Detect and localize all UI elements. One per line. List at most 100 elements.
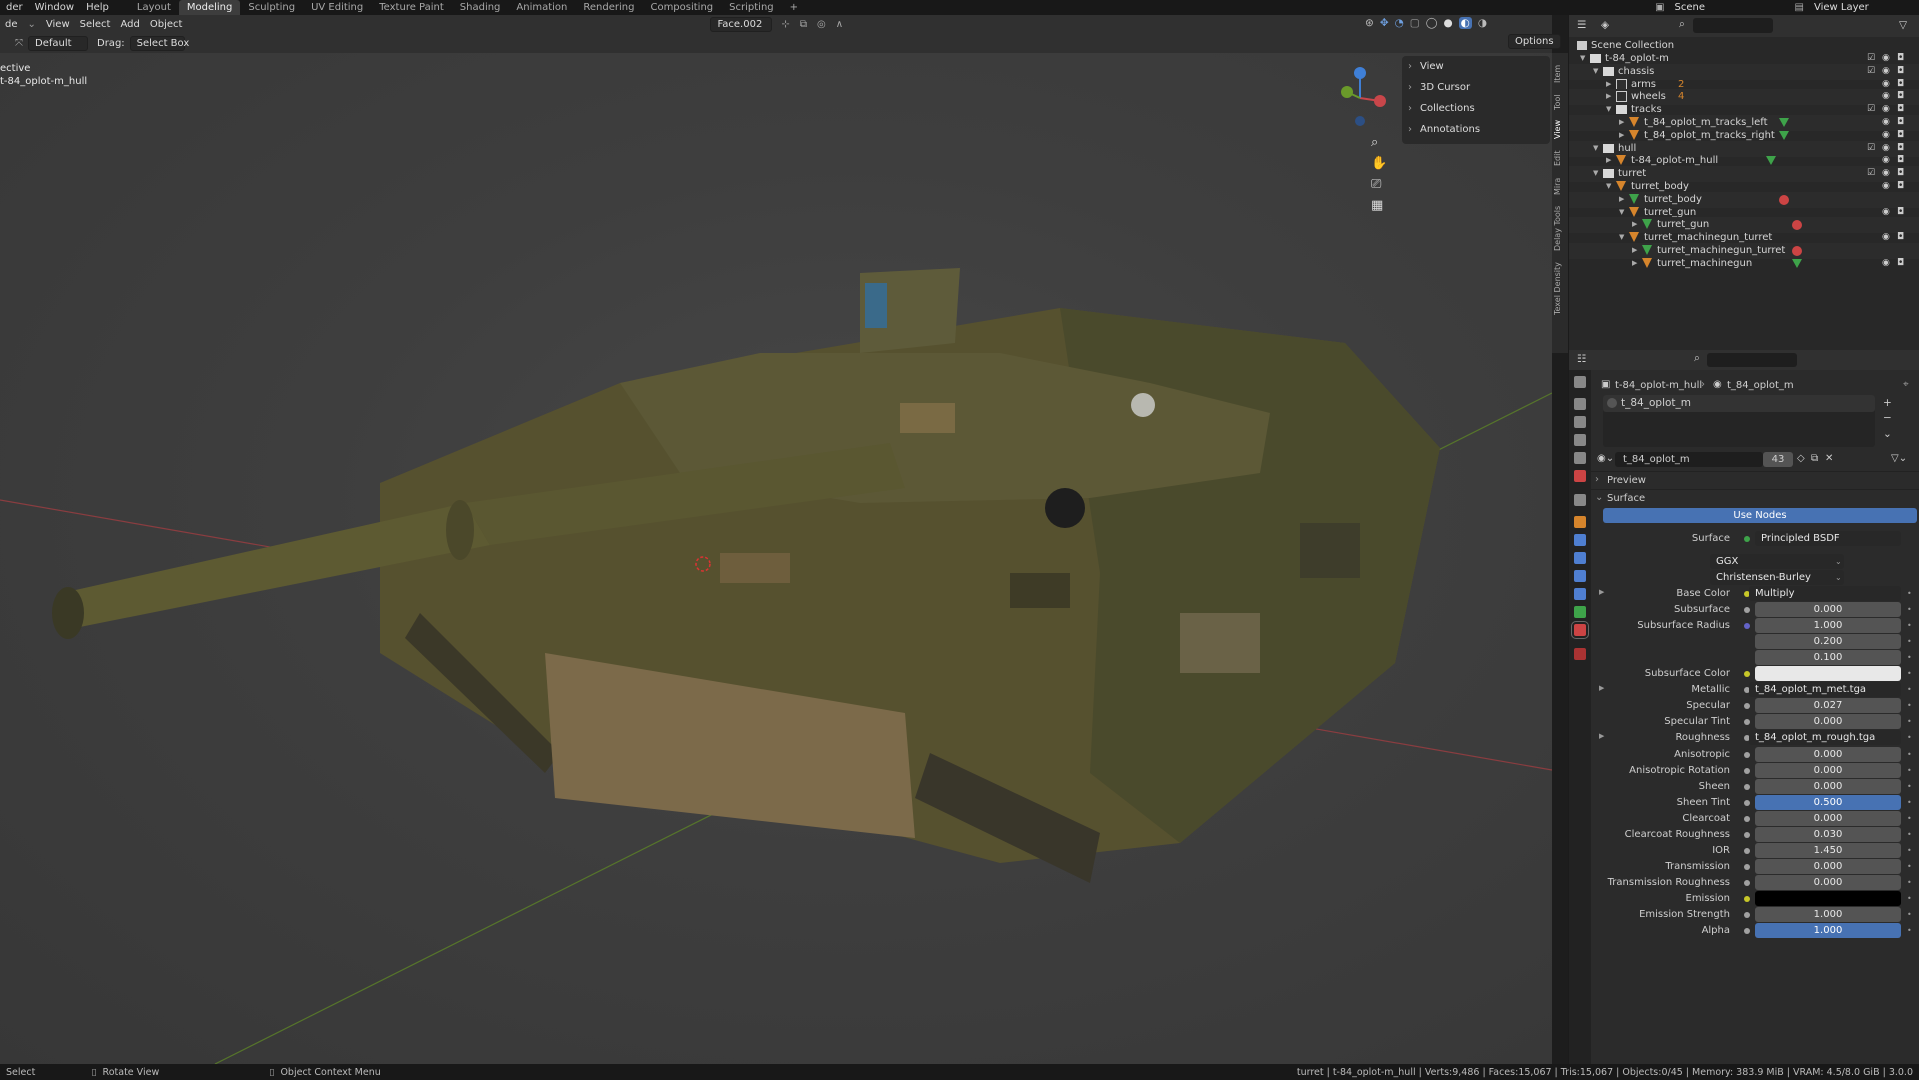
keyframe-dot-icon[interactable]: • xyxy=(1907,926,1912,935)
expand-right-icon[interactable]: ▶ xyxy=(1599,588,1604,596)
expand-right-icon[interactable]: ▶ xyxy=(1599,684,1604,692)
linked-input-field[interactable]: Multiply xyxy=(1749,586,1901,601)
exclude-checkbox[interactable]: ☑ xyxy=(1867,53,1875,63)
camera-icon[interactable]: ◘ xyxy=(1897,53,1904,63)
camera-icon[interactable]: ◘ xyxy=(1897,168,1904,178)
npanel-annotations[interactable]: Annotations xyxy=(1420,124,1480,135)
options-dropdown[interactable]: Options xyxy=(1508,34,1561,49)
exclude-checkbox[interactable]: ☑ xyxy=(1867,168,1875,178)
socket-dot-icon[interactable] xyxy=(1744,895,1750,902)
proportional-icon[interactable]: ◎ xyxy=(812,19,831,30)
preview-panel-header[interactable]: › Preview xyxy=(1591,471,1919,489)
keyframe-dot-icon[interactable]: • xyxy=(1907,750,1912,759)
expand-down-icon[interactable]: ▼ xyxy=(1593,169,1598,177)
keyframe-dot-icon[interactable]: • xyxy=(1907,653,1912,662)
eye-icon[interactable]: ◉ xyxy=(1882,181,1890,191)
socket-dot-icon[interactable] xyxy=(1744,767,1750,774)
subsurface-method-dropdown[interactable]: Christensen-Burley xyxy=(1710,570,1844,585)
eye-icon[interactable]: ◉ xyxy=(1882,130,1890,140)
camera-icon[interactable]: ◘ xyxy=(1897,232,1904,242)
menu-help[interactable]: Help xyxy=(80,2,115,13)
value-slider[interactable]: 0.000 xyxy=(1755,778,1901,794)
navigation-gizmo[interactable] xyxy=(1325,58,1395,128)
properties-search-input[interactable] xyxy=(1707,353,1797,367)
value-slider[interactable]: 0.000 xyxy=(1755,714,1901,730)
socket-dot-icon[interactable] xyxy=(1744,847,1750,854)
camera-icon[interactable]: ◘ xyxy=(1897,104,1904,114)
value-slider[interactable]: 0.000 xyxy=(1755,874,1901,890)
socket-dot-icon[interactable] xyxy=(1744,751,1750,758)
duplicate-icon[interactable]: ⧉ xyxy=(1811,453,1818,464)
eye-icon[interactable]: ◉ xyxy=(1882,143,1890,153)
pivot-icon[interactable]: ⊹ xyxy=(776,19,794,30)
zoom-icon[interactable]: ⌕ xyxy=(1371,135,1387,150)
npanel-view[interactable]: View xyxy=(1420,61,1444,72)
camera-icon[interactable]: ◘ xyxy=(1897,91,1904,101)
camera-icon[interactable]: ◘ xyxy=(1897,181,1904,191)
falloff-icon[interactable]: ∧ xyxy=(831,19,848,30)
camera-view-icon[interactable]: ⎚ xyxy=(1371,177,1387,192)
distribution-dropdown[interactable]: GGX xyxy=(1710,554,1844,569)
outliner-row[interactable]: ▶ turret_machinegun ◉ ◘ xyxy=(1569,256,1919,272)
eye-icon[interactable]: ◉ xyxy=(1882,258,1890,268)
pan-hand-icon[interactable]: ✋ xyxy=(1371,156,1387,171)
data-tab-icon[interactable] xyxy=(1574,606,1586,618)
value-slider[interactable]: 1.000 xyxy=(1755,907,1901,922)
tab-tool[interactable]: Tool xyxy=(1553,91,1567,113)
keyframe-dot-icon[interactable]: • xyxy=(1907,766,1912,775)
expand-right-icon[interactable]: ▶ xyxy=(1599,732,1604,740)
exclude-checkbox[interactable]: ☑ xyxy=(1867,66,1875,76)
expand-right-icon[interactable]: ▶ xyxy=(1606,80,1611,88)
workspace-tab[interactable]: Shading xyxy=(452,0,509,15)
material-shading-icon[interactable]: ◐ xyxy=(1458,17,1472,29)
view-layer-tab-icon[interactable] xyxy=(1574,434,1586,446)
socket-dot-icon[interactable] xyxy=(1744,879,1750,886)
keyframe-dot-icon[interactable]: • xyxy=(1907,669,1912,678)
keyframe-dot-icon[interactable]: • xyxy=(1907,701,1912,710)
keyframe-dot-icon[interactable]: • xyxy=(1907,878,1912,887)
expand-down-icon[interactable]: ▼ xyxy=(1619,208,1624,216)
socket-dot-icon[interactable] xyxy=(1744,831,1750,838)
keyframe-dot-icon[interactable]: • xyxy=(1907,733,1912,742)
keyframe-dot-icon[interactable]: • xyxy=(1907,862,1912,871)
eye-icon[interactable]: ◉ xyxy=(1882,117,1890,127)
value-slider[interactable]: 0.000 xyxy=(1755,810,1901,826)
view-layer-name[interactable]: View Layer xyxy=(1809,2,1919,13)
add-slot-button[interactable]: + xyxy=(1883,397,1892,409)
tab-view[interactable]: View xyxy=(1553,119,1567,141)
value-slider[interactable]: 0.027 xyxy=(1755,698,1901,714)
socket-dot-icon[interactable] xyxy=(1744,623,1750,630)
workspace-tab[interactable]: Animation xyxy=(508,0,575,15)
transform-icon[interactable]: ⤧ xyxy=(10,38,28,49)
add-workspace-button[interactable]: + xyxy=(782,0,806,15)
outliner-search-input[interactable] xyxy=(1693,18,1773,33)
link-filter-icon[interactable]: ▽⌄ xyxy=(1891,453,1907,464)
exclude-checkbox[interactable]: ☑ xyxy=(1867,104,1875,114)
keyframe-dot-icon[interactable]: • xyxy=(1907,621,1912,630)
camera-icon[interactable]: ◘ xyxy=(1897,258,1904,268)
xray-icon[interactable]: ▢ xyxy=(1410,17,1420,29)
blender-menu-fragment[interactable]: der xyxy=(0,2,29,13)
workspace-tab[interactable]: UV Editing xyxy=(303,0,371,15)
material-name-field[interactable]: t_84_oplot_m xyxy=(1615,452,1763,467)
eye-icon[interactable]: ◉ xyxy=(1882,207,1890,217)
keyframe-dot-icon[interactable]: • xyxy=(1907,814,1912,823)
remove-slot-button[interactable]: − xyxy=(1883,412,1892,424)
physics-tab-icon[interactable] xyxy=(1574,570,1586,582)
eye-icon[interactable]: ◉ xyxy=(1882,91,1890,101)
keyframe-dot-icon[interactable]: • xyxy=(1907,830,1912,839)
socket-dot-icon[interactable] xyxy=(1744,671,1750,678)
pin-icon[interactable]: ⌖ xyxy=(1903,379,1909,390)
eye-icon[interactable]: ◉ xyxy=(1882,168,1890,178)
camera-icon[interactable]: ◘ xyxy=(1897,143,1904,153)
value-slider[interactable]: 0.000 xyxy=(1755,858,1901,874)
linked-input-field[interactable]: t_84_oplot_m_met.tga xyxy=(1749,682,1901,698)
eye-icon[interactable]: ◉ xyxy=(1882,232,1890,242)
use-nodes-button[interactable]: Use Nodes xyxy=(1603,508,1917,523)
keyframe-dot-icon[interactable]: • xyxy=(1907,894,1912,903)
object-menu[interactable]: Object xyxy=(145,19,188,30)
tab-edit[interactable]: Edit xyxy=(1553,147,1567,169)
material-users-count[interactable]: 43 xyxy=(1763,452,1793,467)
scene-name[interactable]: Scene xyxy=(1670,2,1790,13)
value-slider[interactable]: 0.030 xyxy=(1755,826,1901,842)
